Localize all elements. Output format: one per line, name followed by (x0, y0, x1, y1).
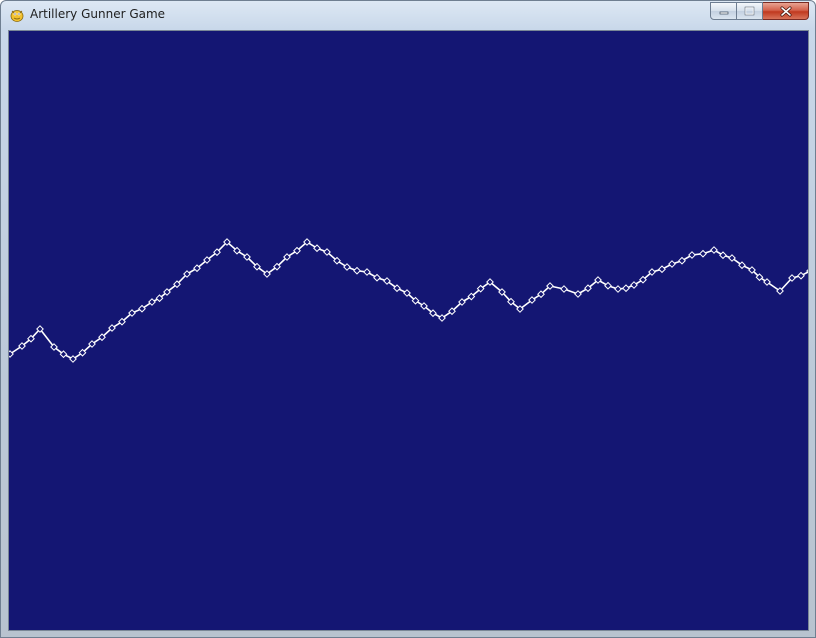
pygame-icon (10, 10, 24, 22)
title-bar[interactable]: Artillery Gunner Game (1, 1, 815, 30)
window-title: Artillery Gunner Game (30, 7, 166, 21)
terrain-node-marker (373, 273, 381, 282)
maximize-icon (744, 6, 755, 16)
terrain-node-marker (353, 266, 361, 275)
caption-buttons (710, 2, 809, 21)
terrain-node-marker (622, 284, 630, 293)
terrain-node-marker (688, 251, 696, 259)
minimize-button[interactable] (710, 2, 737, 20)
terrain-line (9, 241, 808, 360)
playfield[interactable] (9, 31, 808, 630)
terrain-node-marker (797, 271, 805, 280)
terrain-node-marker (574, 290, 582, 298)
minimize-icon (719, 11, 728, 15)
terrain-node-marker (719, 251, 727, 260)
game-window: Artillery Gunner Game (0, 0, 816, 638)
terrain-node-marker (604, 281, 612, 290)
terrain-node-marker (614, 285, 622, 293)
close-icon (780, 6, 791, 16)
close-button[interactable] (763, 2, 809, 20)
game-canvas[interactable] (8, 30, 809, 631)
maximize-button[interactable] (737, 2, 763, 20)
terrain-node-marker (363, 268, 371, 276)
terrain-node-marker (678, 256, 686, 265)
terrain-node-marker (658, 265, 666, 274)
terrain-node-marker (710, 246, 718, 254)
terrain-node-marker (560, 285, 568, 293)
terrain-node-marker (668, 260, 676, 268)
terrain-node-marker (699, 249, 707, 258)
